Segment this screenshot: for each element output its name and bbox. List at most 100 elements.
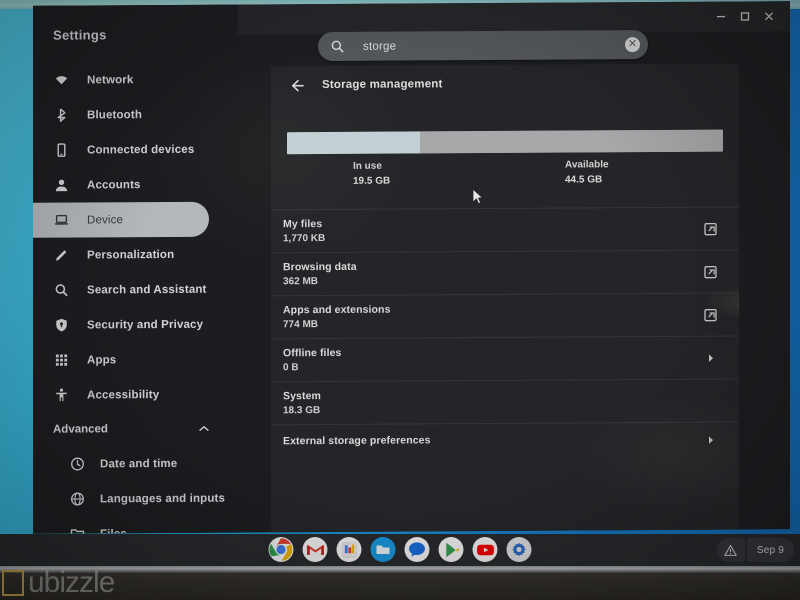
table-row[interactable]: External storage preferences (271, 421, 739, 461)
sidebar-item-label: Accessibility (87, 388, 160, 401)
warning-triangle-icon[interactable] (716, 538, 745, 562)
settings-sidebar: Settings Network Bluetooth Connected dev… (33, 4, 238, 534)
shelf-app-list (268, 537, 532, 562)
sidebar-item-label: Accounts (87, 178, 141, 191)
slides-app-icon[interactable] (336, 537, 362, 562)
external-link-icon[interactable] (704, 308, 717, 321)
wifi-icon (53, 72, 69, 88)
table-row[interactable]: Apps and extensions 774 MB (271, 292, 739, 339)
storage-rows: My files 1,770 KB Browsing data 362 MB A… (271, 206, 739, 461)
sidebar-item-label: Connected devices (87, 143, 195, 156)
play-store-app-icon[interactable] (438, 537, 464, 562)
gmail-app-icon[interactable] (302, 537, 328, 562)
search-icon (330, 39, 345, 54)
row-name: Browsing data (283, 260, 357, 274)
app-title: Settings (53, 27, 107, 43)
close-button[interactable] (762, 9, 776, 23)
storage-management-panel: Storage management In use 19.5 GB Availa… (271, 63, 739, 534)
row-value: 774 MB (283, 319, 319, 331)
table-row[interactable]: Offline files 0 B (271, 335, 739, 382)
clear-search-button[interactable]: ✕ (625, 37, 640, 53)
sidebar-advanced-label: Advanced (53, 423, 108, 436)
storage-bar-used-segment (287, 131, 420, 155)
sidebar-item-label: Device (87, 213, 124, 226)
row-value: 1,770 KB (283, 233, 326, 245)
row-name: System (283, 390, 321, 403)
sidebar-item-date-and-time[interactable]: Date and time (33, 446, 238, 482)
shelf-status-area[interactable]: Sep 9 (716, 538, 794, 562)
row-value: 18.3 GB (283, 405, 321, 417)
storage-bar-labels: In use 19.5 GB Available 44.5 GB (287, 159, 723, 208)
chevron-right-icon[interactable] (704, 434, 717, 447)
person-icon (53, 177, 69, 193)
row-name: My files (283, 218, 323, 231)
minimize-button[interactable] (714, 10, 728, 24)
storage-bar-section: In use 19.5 GB Available 44.5 GB (271, 101, 739, 207)
storage-usage-bar (287, 129, 723, 155)
search-bar[interactable]: ✕ (318, 30, 648, 62)
sidebar-item-label: Personalization (87, 248, 175, 261)
settings-app-icon[interactable] (506, 537, 532, 562)
clock-icon (69, 456, 85, 472)
row-name: Offline files (283, 346, 342, 360)
search-input[interactable] (345, 38, 625, 53)
sidebar-item-bluetooth[interactable]: Bluetooth (33, 97, 238, 133)
table-row[interactable]: My files 1,770 KB (271, 206, 739, 253)
laptop-screen-photo: ✕ Settings Network Bluetooth (0, 0, 800, 600)
chat-app-icon[interactable] (404, 537, 430, 562)
chromeos-shelf: Sep 9 (0, 534, 800, 566)
sidebar-advanced-toggle[interactable]: Advanced (33, 412, 238, 447)
sidebar-item-files[interactable]: Files (33, 516, 238, 534)
label-name: Available (565, 159, 609, 171)
chevron-up-icon (198, 423, 210, 435)
sidebar-item-languages-and-inputs[interactable]: Languages and inputs (33, 481, 238, 517)
photo-watermark: ubizzle (0, 566, 800, 600)
accessibility-icon (53, 387, 69, 403)
sidebar-item-network[interactable]: Network (33, 62, 238, 98)
sidebar-item-security-and-privacy[interactable]: Security and Privacy (33, 307, 238, 343)
label-value: 19.5 GB (353, 175, 391, 187)
label-value: 44.5 GB (565, 174, 603, 186)
external-link-icon[interactable] (704, 265, 717, 278)
bluetooth-icon (53, 107, 69, 123)
sidebar-item-device[interactable]: Device (33, 201, 209, 238)
sidebar-item-accessibility[interactable]: Accessibility (33, 377, 238, 413)
status-clock[interactable]: Sep 9 (746, 538, 794, 562)
storage-label-in-use: In use 19.5 GB (353, 161, 390, 187)
pencil-icon (53, 247, 69, 263)
youtube-app-icon[interactable] (472, 537, 498, 562)
row-value: 0 B (283, 362, 299, 374)
table-row[interactable]: Browsing data 362 MB (271, 249, 739, 296)
files-app-icon[interactable] (370, 537, 396, 562)
settings-window: ✕ Settings Network Bluetooth (33, 1, 790, 534)
sidebar-item-label: Languages and inputs (100, 492, 226, 505)
shield-icon (53, 317, 69, 333)
row-value: 362 MB (283, 276, 319, 288)
back-arrow-icon[interactable] (289, 77, 306, 94)
storage-label-available: Available 44.5 GB (565, 159, 609, 185)
page-title: Storage management (322, 78, 443, 92)
table-row[interactable]: System 18.3 GB (271, 378, 739, 425)
magnifier-icon (53, 282, 69, 298)
chrome-app-icon[interactable] (268, 537, 294, 562)
sidebar-item-label: Network (87, 73, 134, 86)
label-name: In use (353, 160, 382, 172)
folder-icon (69, 526, 85, 534)
sidebar-item-label: Files (100, 528, 127, 534)
chevron-right-icon[interactable] (704, 351, 717, 364)
panel-header: Storage management (271, 63, 739, 104)
external-link-icon[interactable] (704, 222, 717, 235)
sidebar-item-connected-devices[interactable]: Connected devices (33, 132, 238, 168)
sidebar-item-accounts[interactable]: Accounts (33, 167, 238, 203)
sidebar-item-apps[interactable]: Apps (33, 342, 238, 378)
maximize-button[interactable] (738, 9, 752, 23)
sidebar-item-label: Security and Privacy (87, 318, 204, 331)
watermark-text: ubizzle (28, 566, 115, 599)
row-name: External storage preferences (283, 434, 431, 448)
sidebar-item-search-and-assistant[interactable]: Search and Assistant (33, 272, 238, 308)
sidebar-item-label: Search and Assistant (87, 283, 207, 296)
watermark-badge (2, 570, 24, 596)
storage-bar-available-segment (419, 129, 723, 154)
sidebar-item-label: Apps (87, 353, 117, 366)
sidebar-item-personalization[interactable]: Personalization (33, 237, 238, 273)
